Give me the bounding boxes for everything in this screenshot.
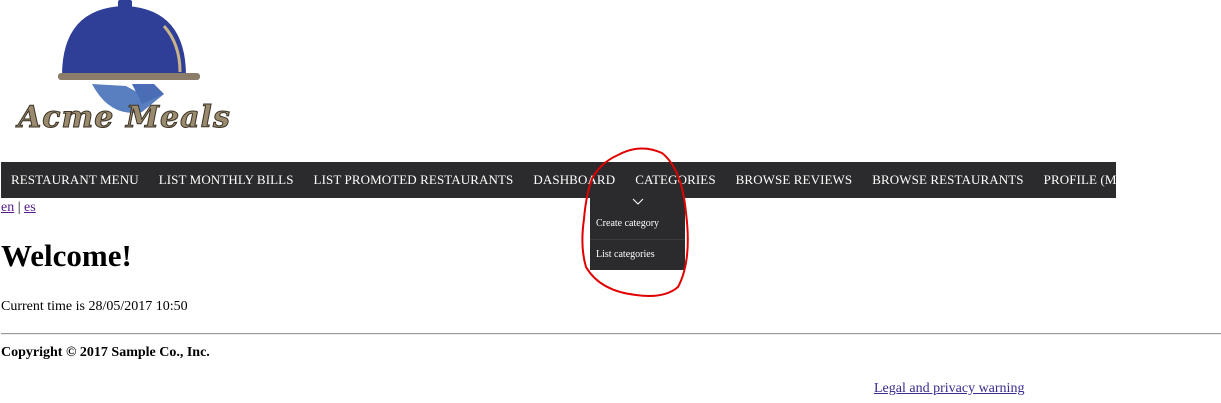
dropdown-item-create-category[interactable]: Create category [590,209,685,239]
nav-item-list-monthly-bills[interactable]: LIST MONTHLY BILLS [149,162,304,198]
nav-item-browse-restaurants[interactable]: BROWSE RESTAURANTS [862,162,1033,198]
nav-item-list-promoted-restaurants[interactable]: LIST PROMOTED RESTAURANTS [304,162,524,198]
nav-item-dashboard[interactable]: DASHBOARD [523,162,625,198]
current-time-text: Current time is 28/05/2017 10:50 [1,299,188,314]
main-navbar: RESTAURANT MENU LIST MONTHLY BILLS LIST … [1,162,1182,198]
nav-item-restaurant-menu[interactable]: RESTAURANT MENU [1,162,149,198]
nav-item-browse-reviews[interactable]: BROWSE REVIEWS [726,162,863,198]
footer-divider [1,333,1221,335]
copyright-text: Copyright © 2017 Sample Co., Inc. [1,345,210,360]
dropdown-item-list-categories[interactable]: List categories [590,239,685,269]
lang-en-link[interactable]: en [1,200,14,215]
page-title: Welcome! [1,238,132,273]
categories-dropdown-menu: Create category List categories [590,198,685,270]
logo[interactable]: Acme Meals [14,0,234,148]
language-selector: en | es [1,200,36,216]
legal-privacy-link[interactable]: Legal and privacy warning [874,381,1024,397]
lang-es-link[interactable]: es [24,200,36,215]
lang-separator: | [17,200,21,215]
nav-item-categories[interactable]: CATEGORIES [625,162,725,198]
chevron-down-icon [632,198,644,205]
logo-text: Acme Meals [18,100,231,136]
nav-item-profile[interactable]: PROFILE (MANAGER1) [1034,162,1193,198]
